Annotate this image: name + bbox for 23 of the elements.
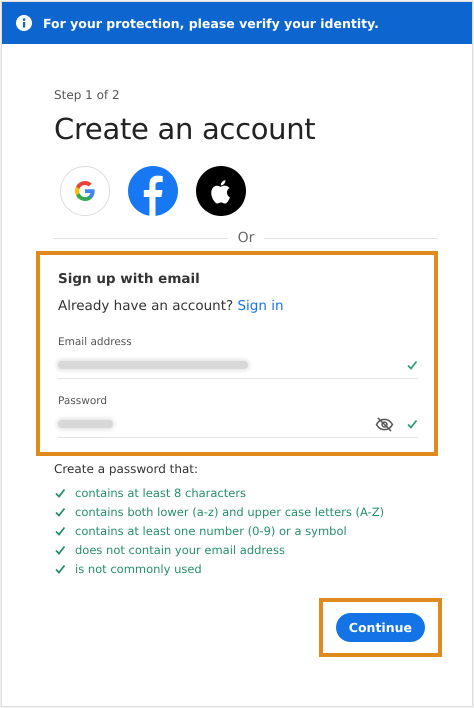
apple-button[interactable] — [196, 166, 246, 216]
page-title: Create an account — [54, 112, 316, 146]
requirement-text: is not commonly used — [75, 562, 202, 576]
hidden-eye-icon[interactable] — [375, 416, 394, 432]
requirement-text: does not contain your email address — [75, 543, 285, 557]
facebook-button[interactable] — [128, 166, 178, 216]
requirements-heading: Create a password that: — [54, 462, 200, 476]
sign-in-link[interactable]: Sign in — [237, 298, 284, 314]
info-icon — [16, 15, 32, 31]
divider-text: Or — [238, 230, 254, 246]
prompt-text: Already have an account? — [58, 298, 234, 314]
section-heading: Sign up with email — [58, 271, 201, 287]
redacted-value — [58, 420, 113, 428]
requirement-text: contains both lower (a-z) and upper case letters (A-Z) — [75, 505, 384, 519]
field-label: Password — [58, 395, 108, 407]
continue-button[interactable]: Continue — [336, 613, 425, 642]
banner-text: For your protection, please verify your identity. — [43, 16, 379, 30]
requirement-text: contains at least 8 characters — [75, 486, 246, 500]
requirement-text: contains at least one number (0-9) or a symbol — [75, 524, 347, 538]
field-label: Email address — [58, 336, 133, 348]
google-button[interactable] — [60, 166, 110, 216]
google-logo-icon — [73, 179, 97, 203]
step-label: Step 1 of 2 — [54, 88, 121, 102]
